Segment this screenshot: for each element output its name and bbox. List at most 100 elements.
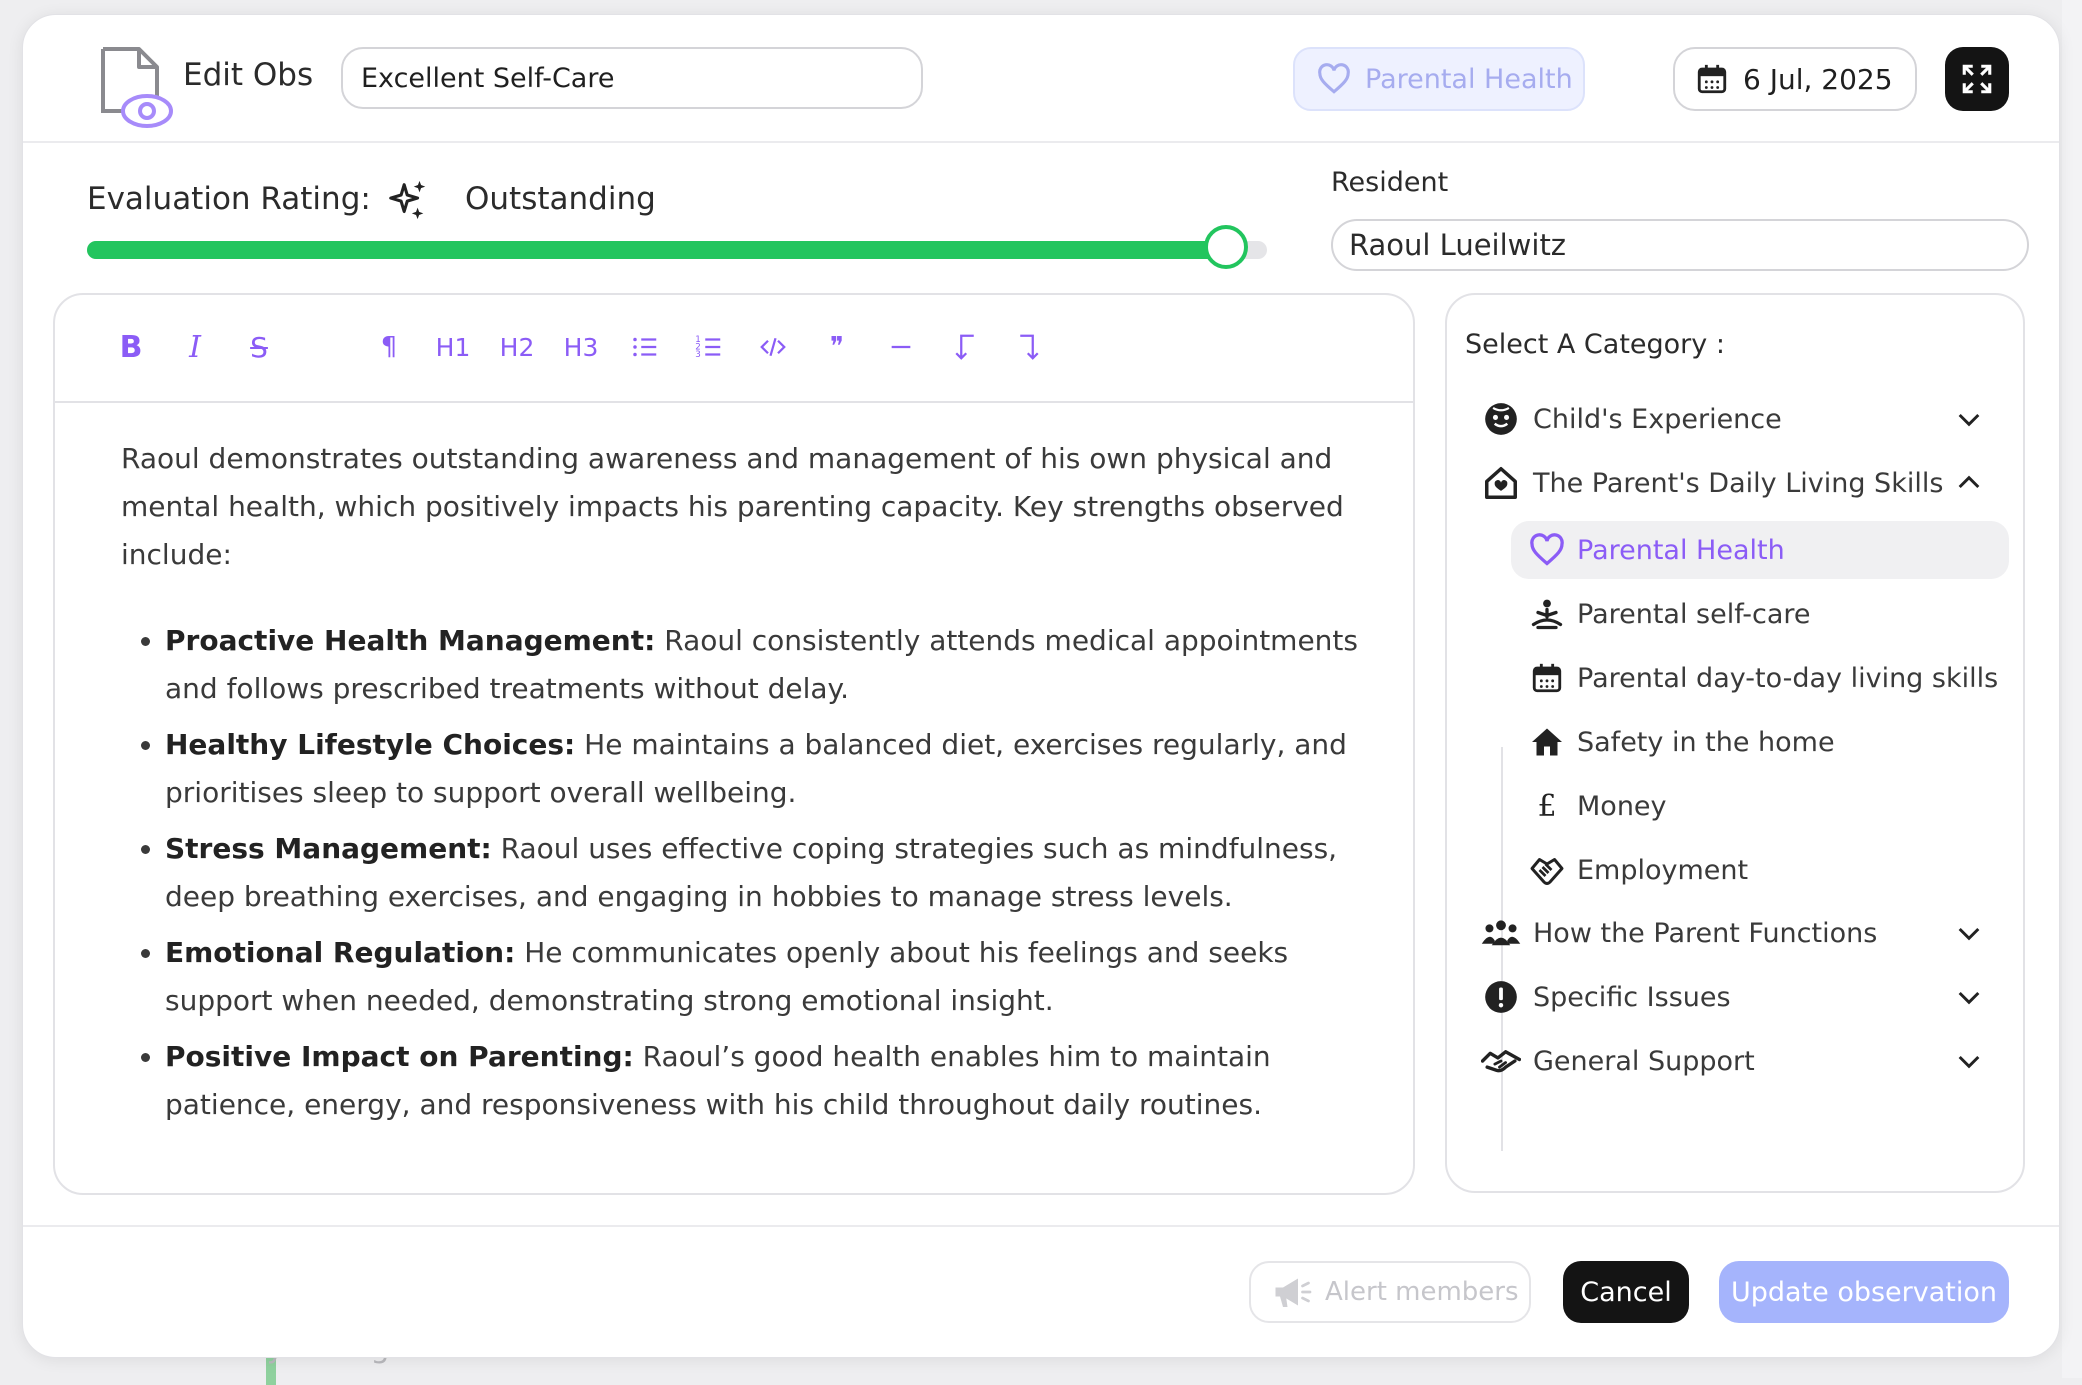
heart-icon — [1318, 63, 1350, 94]
chevron-down-icon[interactable] — [1953, 1045, 1985, 1077]
subcategory-label: Parental self-care — [1577, 598, 1811, 630]
undo-icon — [955, 334, 974, 360]
undo-button[interactable] — [943, 325, 987, 369]
expand-icon — [1962, 64, 1992, 94]
heading-2-button[interactable]: H2 — [495, 325, 539, 369]
document-eye-icon — [101, 47, 173, 128]
calendar-icon — [1532, 663, 1562, 693]
category-label: The Parent's Daily Living Skills — [1533, 467, 1944, 499]
category-label: How the Parent Functions — [1533, 917, 1878, 949]
subcategory-label: Parental Health — [1577, 534, 1785, 566]
subcategory-safety-in-the-home[interactable]: Safety in the home — [1511, 713, 2009, 771]
resident-input[interactable] — [1331, 219, 2029, 271]
subcategory-label: Parental day-to-day living skills — [1577, 662, 1999, 694]
category-childs-experience[interactable]: Child's Experience — [1481, 391, 2001, 447]
redo-icon — [1020, 334, 1039, 360]
rating-slider-fill — [87, 241, 1226, 259]
heading-3-button[interactable]: H3 — [559, 325, 603, 369]
subcategory-parental-health[interactable]: Parental Health — [1511, 521, 2009, 579]
evaluation-rating-label: Evaluation Rating: — [87, 181, 371, 217]
ordered-list-button[interactable]: 1 2 3 — [687, 325, 731, 369]
evaluation-rating-value: Outstanding — [465, 181, 656, 217]
list-item: Positive Impact on Parenting: Raoul’s go… — [165, 1033, 1371, 1129]
heading-1-button[interactable]: H1 — [431, 325, 475, 369]
heart-icon — [1530, 533, 1564, 566]
editor-intro: Raoul demonstrates outstanding awareness… — [121, 442, 1344, 571]
category-panel: Select A Category : Child's Experience T… — [1445, 293, 2025, 1193]
blockquote-button[interactable]: ❞ — [815, 325, 859, 369]
modal-title: Edit Obs — [183, 57, 314, 93]
list-item: Proactive Health Management: Raoul consi… — [165, 617, 1371, 713]
strikethrough-button[interactable]: S — [237, 325, 281, 369]
category-general-support[interactable]: General Support — [1481, 1033, 2001, 1089]
chevron-down-icon[interactable] — [1953, 981, 1985, 1013]
child-face-icon — [1485, 403, 1517, 435]
subcategory-money[interactable]: £ Money — [1511, 777, 2009, 835]
bold-icon: B — [119, 329, 143, 365]
subcategory-label: Safety in the home — [1577, 726, 1835, 758]
paragraph-button[interactable]: ¶ — [367, 325, 411, 369]
subcategory-parental-self-care[interactable]: Parental self-care — [1511, 585, 2009, 643]
code-button[interactable] — [751, 325, 795, 369]
calendar-icon — [1697, 64, 1727, 94]
heading-3-icon: H3 — [563, 332, 599, 362]
category-parents-daily-living-skills[interactable]: The Parent's Daily Living Skills — [1481, 455, 2001, 511]
update-observation-button[interactable]: Update observation — [1719, 1261, 2009, 1323]
chevron-down-icon[interactable] — [1953, 403, 1985, 435]
editor-content[interactable]: Raoul demonstrates outstanding awareness… — [121, 435, 1371, 1137]
expand-button[interactable] — [1945, 47, 2009, 111]
bold-button[interactable]: B — [109, 325, 153, 369]
paragraph-icon: ¶ — [380, 332, 398, 362]
editor-bullet-list: Proactive Health Management: Raoul consi… — [121, 617, 1371, 1129]
rating-slider[interactable] — [87, 225, 1267, 269]
category-panel-title: Select A Category : — [1465, 329, 1725, 360]
edit-observation-modal: Edit Obs Parental Health 6 Jul, 2025 — [22, 14, 2060, 1358]
home-icon — [1532, 728, 1562, 756]
strikethrough-icon: S — [250, 330, 268, 364]
category-label: Specific Issues — [1533, 981, 1731, 1013]
heading-2-icon: H2 — [499, 332, 535, 362]
horizontal-rule-icon — [891, 345, 911, 349]
modal-header: Edit Obs Parental Health 6 Jul, 2025 — [23, 15, 2059, 143]
house-heart-icon — [1485, 467, 1517, 499]
list-item: Stress Management: Raoul uses effective … — [165, 825, 1371, 921]
italic-icon: I — [189, 329, 201, 365]
list-item: Healthy Lifestyle Choices: He maintains … — [165, 721, 1371, 817]
handshake-icon — [1530, 858, 1564, 885]
category-label: General Support — [1533, 1045, 1755, 1077]
alert-members-button[interactable]: Alert members — [1249, 1261, 1531, 1323]
rich-text-editor: B I S ¶ H1 H2 H3 1 2 3 ❞ Raoul demonstra… — [53, 293, 1415, 1195]
bullet-list-button[interactable] — [623, 325, 667, 369]
ordered-list-icon: 1 2 3 — [695, 335, 721, 360]
subcategory-employment[interactable]: Employment — [1511, 841, 2009, 899]
date-picker-button[interactable]: 6 Jul, 2025 — [1673, 47, 1917, 111]
alert-circle-icon — [1485, 981, 1517, 1013]
chevron-up-icon[interactable] — [1953, 467, 1985, 499]
date-label: 6 Jul, 2025 — [1743, 62, 1893, 96]
background-panel — [2062, 0, 2082, 1378]
bullet-list-icon — [633, 337, 657, 357]
category-badge[interactable]: Parental Health — [1293, 47, 1585, 111]
redo-button[interactable] — [1007, 325, 1051, 369]
footer-divider — [23, 1225, 2059, 1227]
category-specific-issues[interactable]: Specific Issues — [1481, 969, 2001, 1025]
category-how-the-parent-functions[interactable]: How the Parent Functions — [1481, 905, 2001, 961]
subcategory-day-to-day-living-skills[interactable]: Parental day-to-day living skills — [1511, 649, 2009, 707]
meditation-icon — [1531, 599, 1563, 630]
rating-slider-thumb[interactable] — [1203, 225, 1248, 269]
handshake-icon — [1481, 1050, 1521, 1073]
subcategory-label: Employment — [1577, 854, 1749, 886]
resident-label: Resident — [1331, 167, 1449, 198]
list-item: Emotional Regulation: He communicates op… — [165, 929, 1371, 1025]
observation-title-input[interactable] — [341, 47, 923, 109]
editor-toolbar: B I S ¶ H1 H2 H3 1 2 3 ❞ — [55, 295, 1413, 403]
chevron-down-icon[interactable] — [1953, 917, 1985, 949]
italic-button[interactable]: I — [173, 325, 217, 369]
cancel-button[interactable]: Cancel — [1563, 1261, 1689, 1323]
bullet-title: Positive Impact on Parenting: — [165, 1040, 634, 1073]
code-icon — [760, 337, 786, 357]
bullet-title: Stress Management: — [165, 832, 492, 865]
sparkles-icon — [389, 180, 426, 220]
horizontal-rule-button[interactable] — [879, 325, 923, 369]
svg-text:3: 3 — [695, 350, 701, 360]
